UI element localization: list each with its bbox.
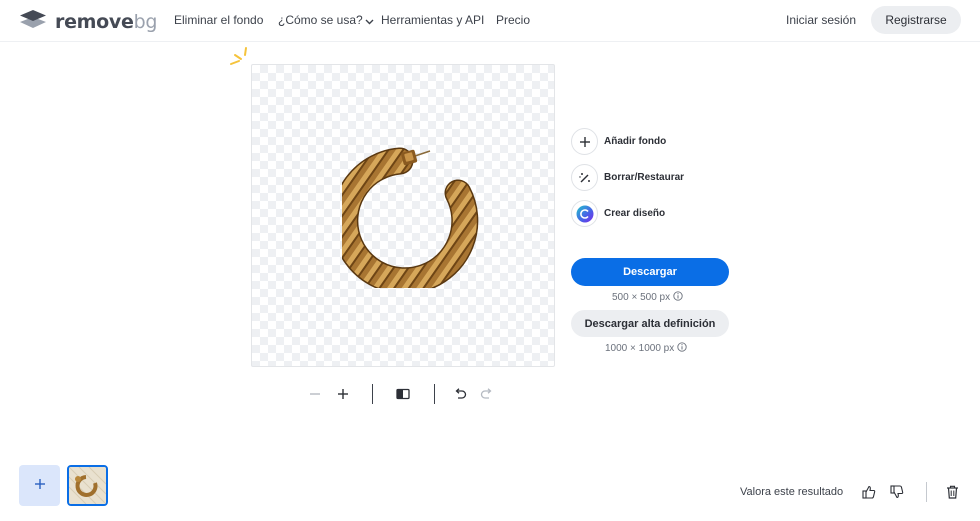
logo-wordmark: removebg bbox=[55, 10, 158, 33]
magic-brush-icon bbox=[571, 164, 598, 191]
info-icon[interactable] bbox=[673, 291, 683, 304]
download-button[interactable]: Descargar bbox=[571, 258, 729, 286]
compare-icon[interactable] bbox=[394, 386, 412, 402]
add-image-button[interactable] bbox=[19, 465, 60, 506]
register-button[interactable]: Registrarse bbox=[871, 6, 961, 34]
zoom-out-icon[interactable] bbox=[306, 386, 324, 402]
download-hd-size-note: 1000 × 1000 px bbox=[605, 342, 687, 355]
nav-remove-background[interactable]: Eliminar el fondo bbox=[174, 13, 263, 27]
top-navigation-bar: removebg Eliminar el fondo ¿Cómo se usa?… bbox=[0, 0, 980, 42]
image-thumbnail[interactable] bbox=[67, 465, 108, 506]
thumbs-up-icon[interactable] bbox=[861, 484, 877, 500]
removebg-logo[interactable]: removebg bbox=[19, 8, 157, 35]
bottom-divider bbox=[926, 482, 927, 502]
login-button[interactable]: Iniciar sesión bbox=[786, 13, 856, 27]
download-hd-size-text: 1000 × 1000 px bbox=[605, 343, 675, 354]
add-background-label: Añadir fondo bbox=[604, 136, 667, 147]
toolbar-divider bbox=[434, 384, 435, 404]
image-preview-canvas[interactable] bbox=[251, 64, 555, 367]
redo-icon[interactable] bbox=[478, 386, 496, 402]
plus-icon bbox=[571, 128, 598, 155]
nav-how-to-use[interactable]: ¿Cómo se usa? bbox=[278, 13, 374, 28]
canva-icon bbox=[571, 200, 598, 227]
nav-how-to-use-label: ¿Cómo se usa? bbox=[278, 13, 363, 27]
nav-tools-api[interactable]: Herramientas y API bbox=[381, 13, 484, 27]
undo-icon[interactable] bbox=[451, 386, 469, 402]
erase-restore-label: Borrar/Restaurar bbox=[604, 172, 685, 183]
create-design-button[interactable]: Crear diseño bbox=[571, 200, 665, 227]
nav-pricing[interactable]: Precio bbox=[496, 13, 530, 27]
trash-icon[interactable] bbox=[944, 484, 960, 500]
thumbs-down-icon[interactable] bbox=[889, 484, 905, 500]
earring-image bbox=[331, 143, 482, 295]
download-size-text: 500 × 500 px bbox=[612, 292, 671, 303]
toolbar-divider bbox=[372, 384, 373, 404]
rate-result-label: Valora este resultado bbox=[740, 486, 844, 498]
download-size-note: 500 × 500 px bbox=[612, 291, 683, 304]
layers-logo-icon bbox=[19, 8, 47, 35]
info-icon[interactable] bbox=[677, 342, 687, 355]
erase-restore-button[interactable]: Borrar/Restaurar bbox=[571, 164, 684, 191]
add-image-icon bbox=[34, 477, 46, 495]
chevron-down-icon bbox=[365, 14, 374, 28]
create-design-label: Crear diseño bbox=[604, 208, 666, 219]
zoom-in-icon[interactable] bbox=[334, 386, 352, 402]
add-background-button[interactable]: Añadir fondo bbox=[571, 128, 666, 155]
download-hd-button[interactable]: Descargar alta definición bbox=[571, 310, 729, 337]
